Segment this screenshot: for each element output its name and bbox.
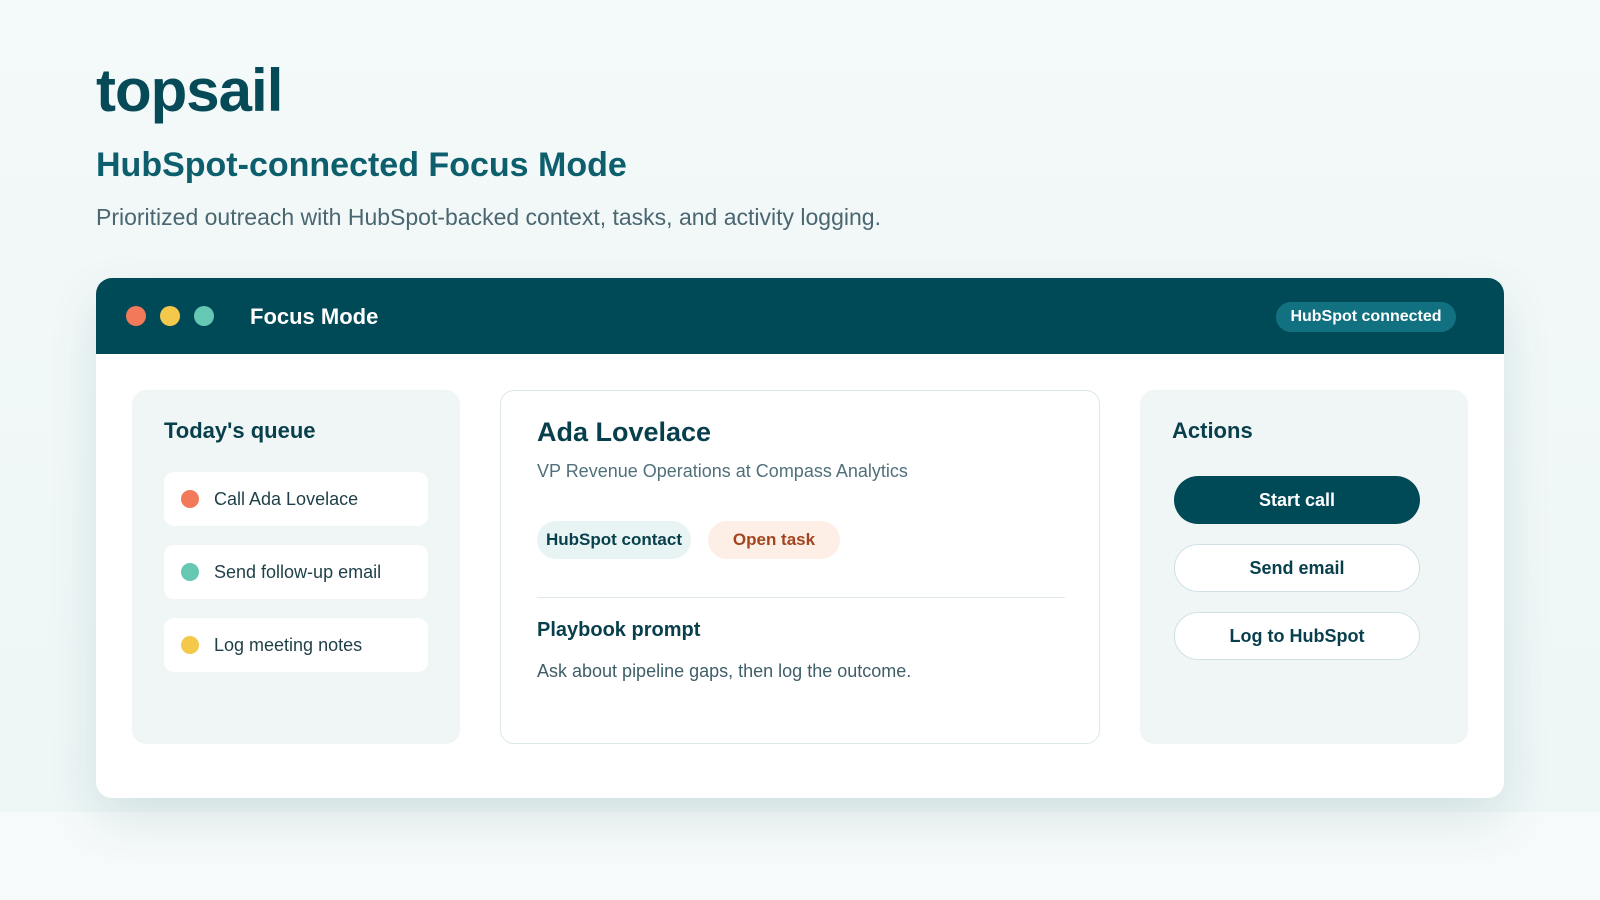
playbook-text: Ask about pipeline gaps, then log the ou…	[537, 661, 912, 681]
page-subheadline: Prioritized outreach with HubSpot-backed…	[96, 204, 881, 230]
queue-item-label: Send follow-up email	[214, 562, 382, 582]
window-maximize-dot-icon[interactable]	[194, 306, 214, 326]
start-call-button[interactable]: Start call	[1174, 476, 1420, 524]
priority-dot-icon	[181, 490, 199, 508]
playbook-title: Playbook prompt	[537, 619, 701, 641]
divider	[537, 597, 1065, 598]
contact-name: Ada Lovelace	[537, 417, 712, 447]
queue-title: Today's queue	[164, 418, 316, 443]
queue-item-call[interactable]: Call Ada Lovelace	[164, 472, 428, 526]
queue-item-email[interactable]: Send follow-up email	[164, 545, 428, 599]
window-minimize-dot-icon[interactable]	[160, 306, 180, 326]
queue-item-notes[interactable]: Log meeting notes	[164, 618, 428, 672]
window-title: Focus Mode	[250, 304, 379, 329]
hubspot-connected-badge: HubSpot connected	[1276, 302, 1456, 332]
actions-title: Actions	[1172, 418, 1253, 443]
open-task-tag: Open task	[708, 521, 840, 559]
priority-dot-icon	[181, 563, 199, 581]
contact-detail-panel: Ada Lovelace VP Revenue Operations at Co…	[500, 390, 1100, 744]
page-headline: HubSpot-connected Focus Mode	[96, 146, 627, 184]
hero-section: topsail HubSpot-connected Focus Mode Pri…	[0, 0, 1600, 812]
todays-queue-panel: Today's queue Call Ada Lovelace Send fol…	[132, 390, 460, 744]
brand-logo-text: topsail	[96, 57, 283, 124]
priority-dot-icon	[181, 636, 199, 654]
queue-item-label: Call Ada Lovelace	[214, 489, 359, 509]
window-close-dot-icon[interactable]	[126, 306, 146, 326]
queue-item-label: Log meeting notes	[214, 635, 363, 655]
send-email-button[interactable]: Send email	[1174, 544, 1420, 592]
contact-role: VP Revenue Operations at Compass Analyti…	[537, 461, 908, 481]
actions-panel: Actions Start call Send email Log to Hub…	[1140, 390, 1468, 744]
focus-mode-window: Focus Mode HubSpot connected Today's que…	[96, 278, 1504, 798]
hubspot-contact-tag: HubSpot contact	[537, 521, 691, 559]
window-titlebar: Focus Mode HubSpot connected	[96, 278, 1504, 354]
log-to-hubspot-button[interactable]: Log to HubSpot	[1174, 612, 1420, 660]
